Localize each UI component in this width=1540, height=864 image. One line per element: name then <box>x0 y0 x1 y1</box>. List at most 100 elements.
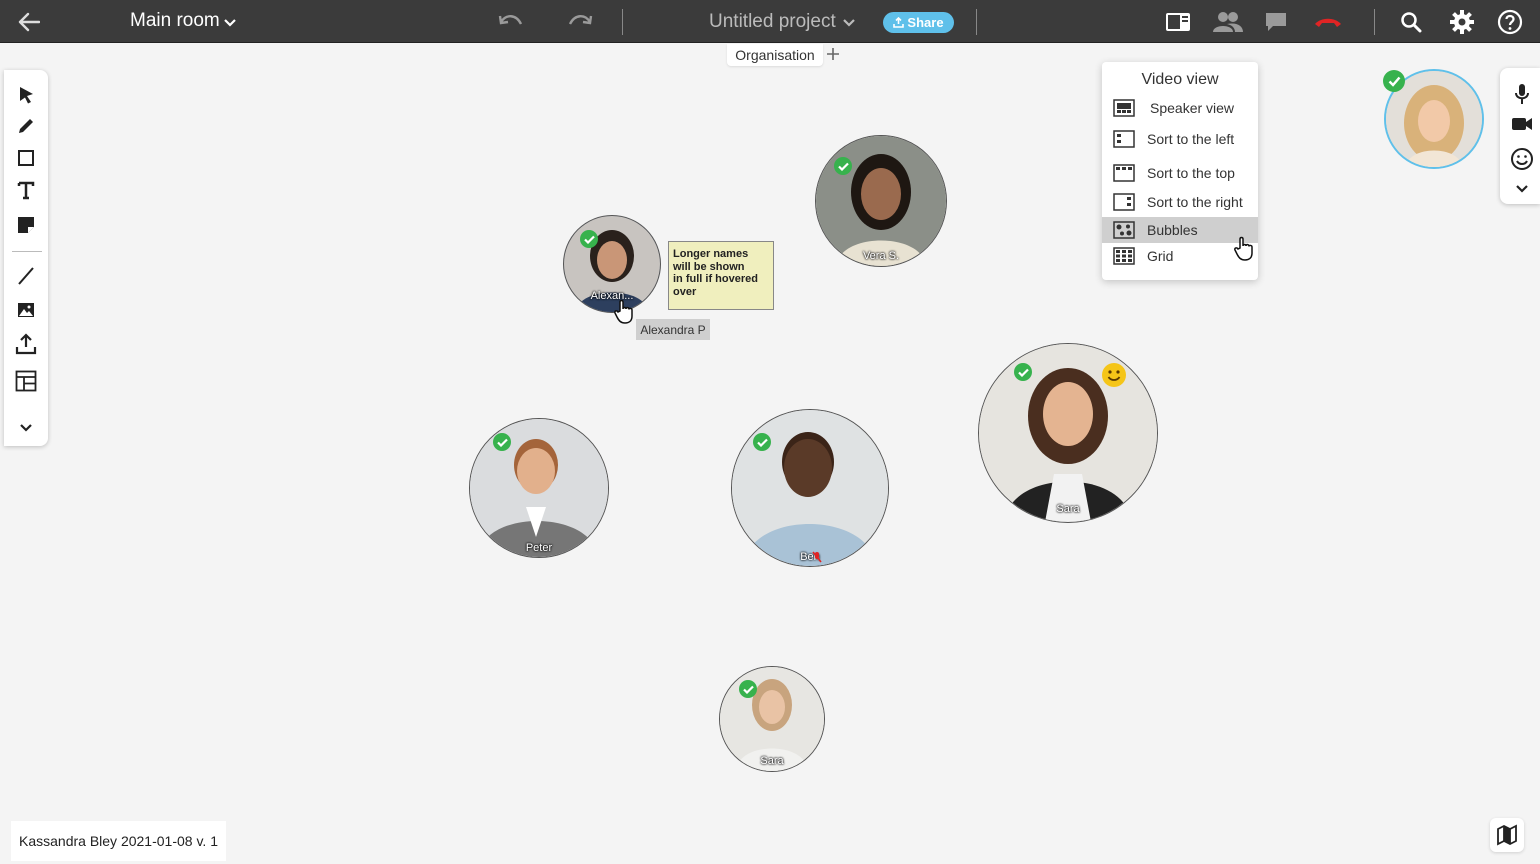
project-title: Untitled project <box>709 11 836 32</box>
back-arrow-icon[interactable] <box>16 9 42 35</box>
participant-video <box>816 136 946 266</box>
menu-item-label: Sort to the right <box>1147 194 1243 210</box>
name-tooltip: Alexandra P <box>636 319 710 340</box>
pen-tool[interactable] <box>13 113 39 139</box>
menu-item-label: Sort to the left <box>1147 131 1235 147</box>
participant-name: Alexan... <box>590 290 634 302</box>
menu-item-label: Grid <box>1147 248 1174 264</box>
template-tool[interactable] <box>13 368 39 394</box>
menu-item-speaker-view[interactable]: Speaker view <box>1102 95 1258 121</box>
leave-call-button[interactable] <box>1311 9 1345 35</box>
help-button[interactable] <box>1496 8 1524 36</box>
participant-bubble-sara-large[interactable]: Sara <box>978 343 1158 523</box>
check-icon <box>1383 70 1405 92</box>
upload-icon <box>15 333 37 355</box>
hangup-icon <box>1315 18 1341 27</box>
pencil-icon <box>19 119 33 133</box>
undo-button[interactable] <box>497 9 525 35</box>
check-icon <box>753 433 771 451</box>
help-icon <box>1497 9 1523 35</box>
participant-bubble-sara-small[interactable]: Sara <box>719 666 825 772</box>
participant-name: Peter <box>525 542 553 554</box>
chat-icon <box>1266 13 1286 31</box>
redo-button[interactable] <box>566 9 594 35</box>
minimap-button[interactable] <box>1490 818 1524 852</box>
map-icon <box>1497 824 1517 846</box>
divider <box>622 9 623 35</box>
hand-cursor-icon <box>614 299 633 324</box>
chevron-down-icon <box>842 19 855 27</box>
grid-icon <box>1113 247 1135 265</box>
sticky-note-icon <box>18 217 34 233</box>
gear-icon <box>1450 10 1474 34</box>
upload-icon <box>893 17 905 28</box>
sort-right-icon <box>1113 193 1135 211</box>
text-t-icon <box>17 181 35 200</box>
sort-left-icon <box>1113 130 1135 148</box>
plus-icon <box>827 48 839 60</box>
camera-button[interactable] <box>1509 111 1535 137</box>
menu-item-label: Speaker view <box>1150 100 1235 116</box>
share-label: Share <box>907 15 944 30</box>
smiley-icon <box>1511 148 1533 170</box>
participant-bubble-alexandra[interactable]: Alexan... <box>563 215 661 313</box>
select-tool[interactable] <box>13 82 39 108</box>
menu-item-label: Bubbles <box>1147 222 1198 238</box>
chat-button[interactable] <box>1262 9 1290 35</box>
bubbles-icon <box>1113 221 1135 239</box>
check-icon <box>834 157 852 175</box>
image-icon <box>18 303 34 317</box>
microphone-button[interactable] <box>1509 81 1535 107</box>
search-button[interactable] <box>1398 9 1424 35</box>
more-tools-button[interactable] <box>13 415 39 441</box>
participants-button[interactable] <box>1211 8 1245 36</box>
more-media-button[interactable] <box>1509 176 1535 202</box>
line-tool[interactable] <box>13 263 39 289</box>
menu-title: Video view <box>1141 71 1219 88</box>
room-selector[interactable]: Main room <box>130 10 237 32</box>
upload-tool[interactable] <box>13 331 39 357</box>
room-label: Main room <box>130 10 220 31</box>
participant-bubble-peter[interactable]: Peter <box>469 418 609 558</box>
participant-video <box>470 419 608 557</box>
image-tool[interactable] <box>13 297 39 323</box>
reactions-button[interactable] <box>1509 146 1535 172</box>
participant-bubble-vera[interactable]: Vera S. <box>815 135 947 267</box>
menu-item-sort-right[interactable]: Sort to the right <box>1102 189 1258 215</box>
participant-bubble-ben[interactable]: Ben <box>731 409 889 567</box>
layout-toggle-button[interactable] <box>1163 8 1193 36</box>
cursor-arrow-icon <box>20 87 33 104</box>
text-tool[interactable] <box>13 177 39 203</box>
tab-organisation[interactable]: Organisation <box>727 44 823 66</box>
top-bar: Main room Untitled project Share <box>0 0 1540 43</box>
people-icon <box>1213 12 1243 32</box>
sort-top-icon <box>1113 164 1135 182</box>
video-camera-icon <box>1512 118 1532 130</box>
divider <box>12 251 42 252</box>
sticky-note-tool[interactable] <box>13 212 39 238</box>
participant-name: Ben <box>800 551 820 563</box>
project-title-selector[interactable]: Untitled project <box>709 11 856 33</box>
chevron-down-icon <box>1516 185 1528 193</box>
media-controls-panel <box>1500 68 1540 204</box>
check-icon <box>493 433 511 451</box>
add-tab-button[interactable] <box>826 45 840 65</box>
check-icon <box>580 230 598 248</box>
microphone-icon <box>1515 84 1529 104</box>
redo-icon <box>568 15 593 25</box>
menu-item-sort-top[interactable]: Sort to the top <box>1102 160 1258 186</box>
divider <box>1374 9 1375 35</box>
participant-video <box>732 410 888 566</box>
share-button[interactable]: Share <box>883 12 954 33</box>
undo-icon <box>498 15 523 25</box>
participant-name: Vera S. <box>862 250 900 262</box>
sticky-note[interactable]: Longer names will be shown in full if ho… <box>668 241 774 310</box>
settings-button[interactable] <box>1448 8 1476 36</box>
participant-video <box>979 344 1157 522</box>
line-icon <box>18 267 34 285</box>
menu-item-sort-left[interactable]: Sort to the left <box>1102 126 1258 152</box>
square-icon <box>18 150 34 166</box>
rectangle-tool[interactable] <box>13 145 39 171</box>
muted-microphone-icon <box>812 551 822 563</box>
version-label: Kassandra Bley 2021-01-08 v. 1 <box>11 821 226 861</box>
